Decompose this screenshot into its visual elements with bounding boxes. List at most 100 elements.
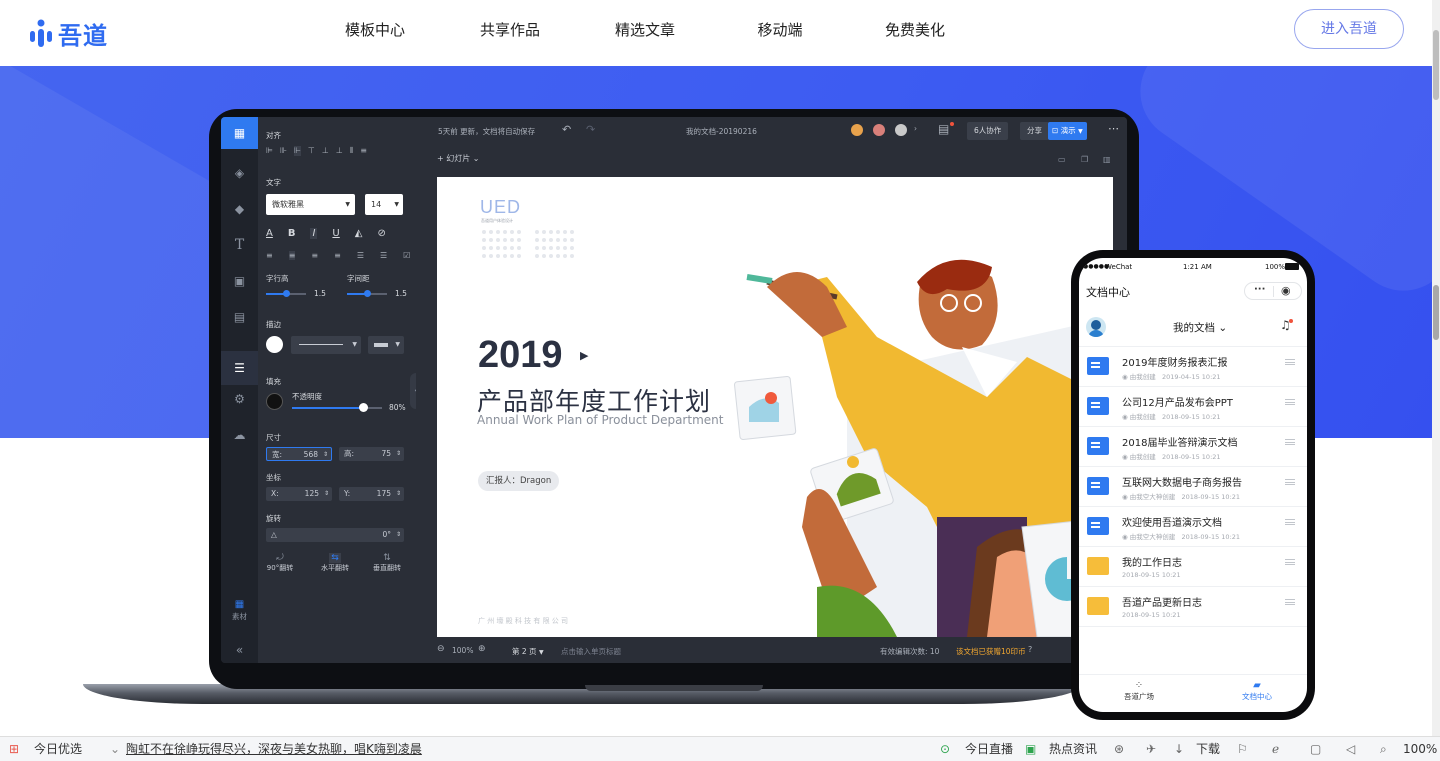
redo-icon[interactable]: ↷ — [586, 123, 595, 136]
stroke-color-swatch[interactable] — [266, 336, 283, 353]
image-icon[interactable]: ▣ — [226, 269, 253, 293]
link-icon[interactable]: ⊘ — [377, 228, 385, 239]
bold-icon[interactable]: B — [288, 228, 296, 239]
list-item[interactable]: 2018届毕业答辩演示文档 ◉ 由我创建 2018-09-15 10:21 — [1079, 427, 1307, 467]
drag-handle-icon[interactable] — [1285, 559, 1295, 565]
text-tool-icon[interactable]: T — [226, 233, 253, 257]
scrollbar-thumb[interactable] — [1433, 30, 1439, 100]
comment-icon[interactable]: ▤ — [938, 122, 949, 136]
enter-app-button[interactable]: 进入吾道 — [1294, 9, 1404, 49]
scrollbar-thumb-secondary[interactable] — [1433, 285, 1439, 340]
page-title-input[interactable]: 点击输入单页标题 — [561, 646, 621, 657]
download-icon[interactable]: ↓ — [1174, 737, 1184, 761]
doc-filter-dropdown[interactable]: 我的文档 ⌄ — [1173, 320, 1227, 335]
align-top-icon[interactable]: ⊤ — [308, 146, 315, 156]
text-justify-icon[interactable]: ≡ — [334, 251, 341, 260]
font-color-icon[interactable]: A — [266, 228, 273, 239]
underline-icon[interactable]: U — [332, 228, 339, 239]
drag-handle-icon[interactable] — [1285, 599, 1295, 605]
close-target-icon[interactable]: ◉ — [1281, 284, 1291, 297]
avatar[interactable] — [1086, 317, 1106, 337]
hot-news-link[interactable]: 热点资讯 — [1049, 737, 1097, 761]
numbered-list-icon[interactable]: ☰ — [380, 251, 387, 260]
eraser-icon[interactable]: ◭ — [355, 228, 363, 239]
stroke-width-select[interactable]: ▼ — [368, 336, 404, 354]
height-input[interactable]: 高: 75 ⇕ — [339, 447, 404, 461]
copy-icon[interactable]: ❐ — [1081, 155, 1088, 164]
document-name[interactable]: 我的文档-20190216 — [686, 126, 757, 137]
menu-item-articles[interactable]: 精选文章 — [570, 0, 720, 60]
window-icon[interactable]: ▢ — [1310, 737, 1321, 761]
zoom-out-icon[interactable]: ⊖ — [437, 644, 445, 654]
undo-icon[interactable]: ↶ — [562, 123, 571, 136]
collapse-double-chevron-icon[interactable]: « — [226, 638, 253, 662]
x-input[interactable]: X: 125 ⇕ — [266, 487, 332, 501]
font-size-select[interactable]: 14 ▼ — [365, 194, 403, 215]
checklist-icon[interactable]: ☑ — [403, 251, 410, 260]
flag-icon[interactable]: ⚐ — [1237, 737, 1248, 761]
align-bottom-icon[interactable]: ⊥ — [336, 146, 343, 156]
slide-subtitle[interactable]: Annual Work Plan of Product Department — [477, 413, 723, 427]
distribute-h-icon[interactable]: ⫴ — [350, 146, 353, 156]
page-selector[interactable]: 第 2 页 ▼ — [512, 646, 544, 657]
line-height-slider-knob[interactable] — [283, 290, 290, 297]
list-item[interactable]: 2019年度财务报表汇报 ◉ 由我创建 2019-04-15 10:21 — [1079, 347, 1307, 387]
chevron-right-icon[interactable]: › — [914, 124, 917, 133]
list-item[interactable]: 欢迎使用吾道演示文档 ◉ 由我空大神创建 2018-09-15 10:21 — [1079, 507, 1307, 547]
menu-item-templates[interactable]: 模板中心 — [300, 0, 450, 60]
fill-color-swatch[interactable] — [266, 393, 283, 410]
list-item[interactable]: 我的工作日志 2018-09-15 10:21 — [1079, 547, 1307, 587]
news-headline-link[interactable]: 陶虹不在徐峥玩得尽兴，深夜与美女热聊，唱K嗨到凌晨 — [126, 737, 422, 761]
more-dots-icon[interactable]: ··· — [1254, 284, 1265, 295]
stroke-style-select[interactable]: ▼ — [291, 336, 361, 354]
y-input[interactable]: Y: 175 ⇕ — [339, 487, 404, 501]
align-middle-icon[interactable]: ⊥ — [322, 146, 329, 156]
logo[interactable]: 吾道 — [30, 16, 108, 51]
flip-vertical-button[interactable]: ⇅ 垂直翻转 — [370, 553, 404, 573]
adjust-settings-icon[interactable]: ☰ — [221, 351, 258, 385]
italic-icon[interactable]: I — [310, 228, 318, 239]
align-left-icon[interactable]: ⊫ — [266, 146, 273, 156]
live-stream-link[interactable]: 今日直播 — [965, 737, 1013, 761]
align-right-icon[interactable]: ⊩ — [293, 146, 301, 156]
distribute-v-icon[interactable]: ≡ — [360, 146, 367, 156]
width-input[interactable]: 宽: 568 ⇕ — [266, 447, 332, 461]
trash-icon[interactable]: ▥ — [1103, 155, 1111, 164]
list-item[interactable]: 公司12月产品发布会PPT ◉ 由我创建 2018-09-15 10:21 — [1079, 387, 1307, 427]
text-align-center-icon[interactable]: ≡ — [288, 251, 296, 260]
menu-item-shared[interactable]: 共享作品 — [450, 0, 570, 60]
slide-canvas[interactable]: UED 吾道用户体验设计 2019 ▶ 产品部年度工作计划 Annual Wor… — [437, 177, 1113, 637]
drag-handle-icon[interactable] — [1285, 399, 1295, 405]
tab-docs[interactable]: ▰ 文档中心 — [1235, 680, 1279, 702]
download-label[interactable]: 下载 — [1196, 737, 1220, 761]
slide-reporter-tag[interactable]: 汇报人：Dragon — [478, 471, 560, 491]
flip-horizontal-button[interactable]: ⇆ 水平翻转 — [318, 553, 352, 573]
menu-item-beautify[interactable]: 免费美化 — [840, 0, 990, 60]
list-item[interactable]: 吾道产品更新日志 2018-09-15 10:21 — [1079, 587, 1307, 627]
apps-grid-icon[interactable]: ▦ — [221, 117, 258, 149]
shapes-icon[interactable]: ◆ — [226, 197, 253, 221]
tab-square[interactable]: ⁘ 吾道广场 — [1119, 680, 1159, 702]
slides-menu[interactable]: + 幻灯片 ⌄ — [437, 153, 480, 164]
pin-icon[interactable]: ✈ — [1146, 737, 1156, 761]
drag-handle-icon[interactable] — [1285, 359, 1295, 365]
help-icon[interactable]: ? — [1028, 645, 1032, 654]
layers-icon[interactable]: ◈ — [226, 161, 253, 185]
text-align-right-icon[interactable]: ≡ — [311, 251, 318, 260]
text-align-left-icon[interactable]: ≡ — [266, 251, 273, 260]
gear-icon[interactable]: ⚙ — [226, 387, 253, 411]
table-icon[interactable]: ▤ — [226, 305, 253, 329]
align-center-h-icon[interactable]: ⊪ — [280, 146, 287, 156]
list-item[interactable]: 互联网大数据电子商务报告 ◉ 由我空大神创建 2018-09-15 10:21 — [1079, 467, 1307, 507]
ie-icon[interactable]: ℯ — [1272, 737, 1279, 761]
opacity-slider-knob[interactable] — [359, 403, 368, 412]
share-button[interactable]: 分享 — [1020, 122, 1049, 140]
letter-spacing-slider-knob[interactable] — [364, 290, 371, 297]
cloud-icon[interactable]: ☁ — [226, 423, 253, 447]
font-family-select[interactable]: 微软雅黑 ▼ — [266, 194, 355, 215]
menu-item-mobile[interactable]: 移动端 — [720, 0, 840, 60]
drag-handle-icon[interactable] — [1285, 519, 1295, 525]
zoom-search-icon[interactable]: ⌕ — [1380, 737, 1387, 761]
today-pick-label[interactable]: 今日优选 — [34, 737, 82, 761]
rotate-input[interactable]: △ 0° ⇕ — [266, 528, 404, 542]
